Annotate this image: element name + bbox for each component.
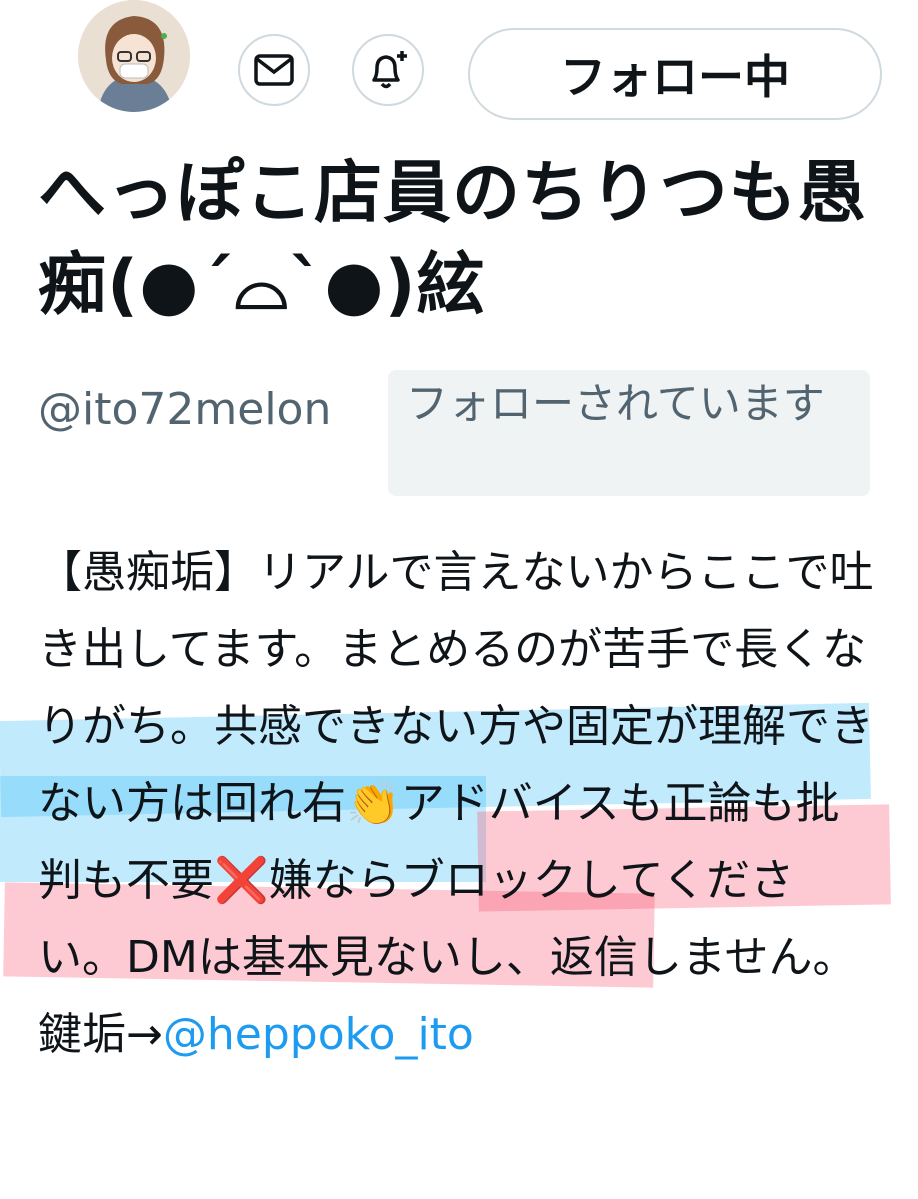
- profile-bio: 【愚痴垢】リアルで言えないからここで吐き出してます。まとめるのが苦手で長くなりが…: [38, 534, 880, 1073]
- mention-link[interactable]: @heppoko_ito: [163, 1009, 474, 1060]
- message-button[interactable]: [238, 34, 310, 106]
- bio-text: 【愚痴垢】リアルで言えないからここで吐き出してます。まとめるのが苦手で長くなりが…: [38, 547, 874, 1060]
- notifications-button[interactable]: [352, 34, 424, 106]
- following-button[interactable]: フォロー中: [468, 28, 882, 120]
- follows-you-badge: フォローされています: [388, 370, 870, 496]
- user-handle: @ito72melon: [38, 384, 332, 435]
- display-name: へっぽこ店員のちりつも愚痴(●´⌓`●)絃: [38, 154, 867, 325]
- bell-plus-icon: [372, 51, 407, 89]
- avatar-illustration: [78, 0, 190, 112]
- envelope-icon: [254, 54, 294, 86]
- avatar[interactable]: [78, 0, 190, 112]
